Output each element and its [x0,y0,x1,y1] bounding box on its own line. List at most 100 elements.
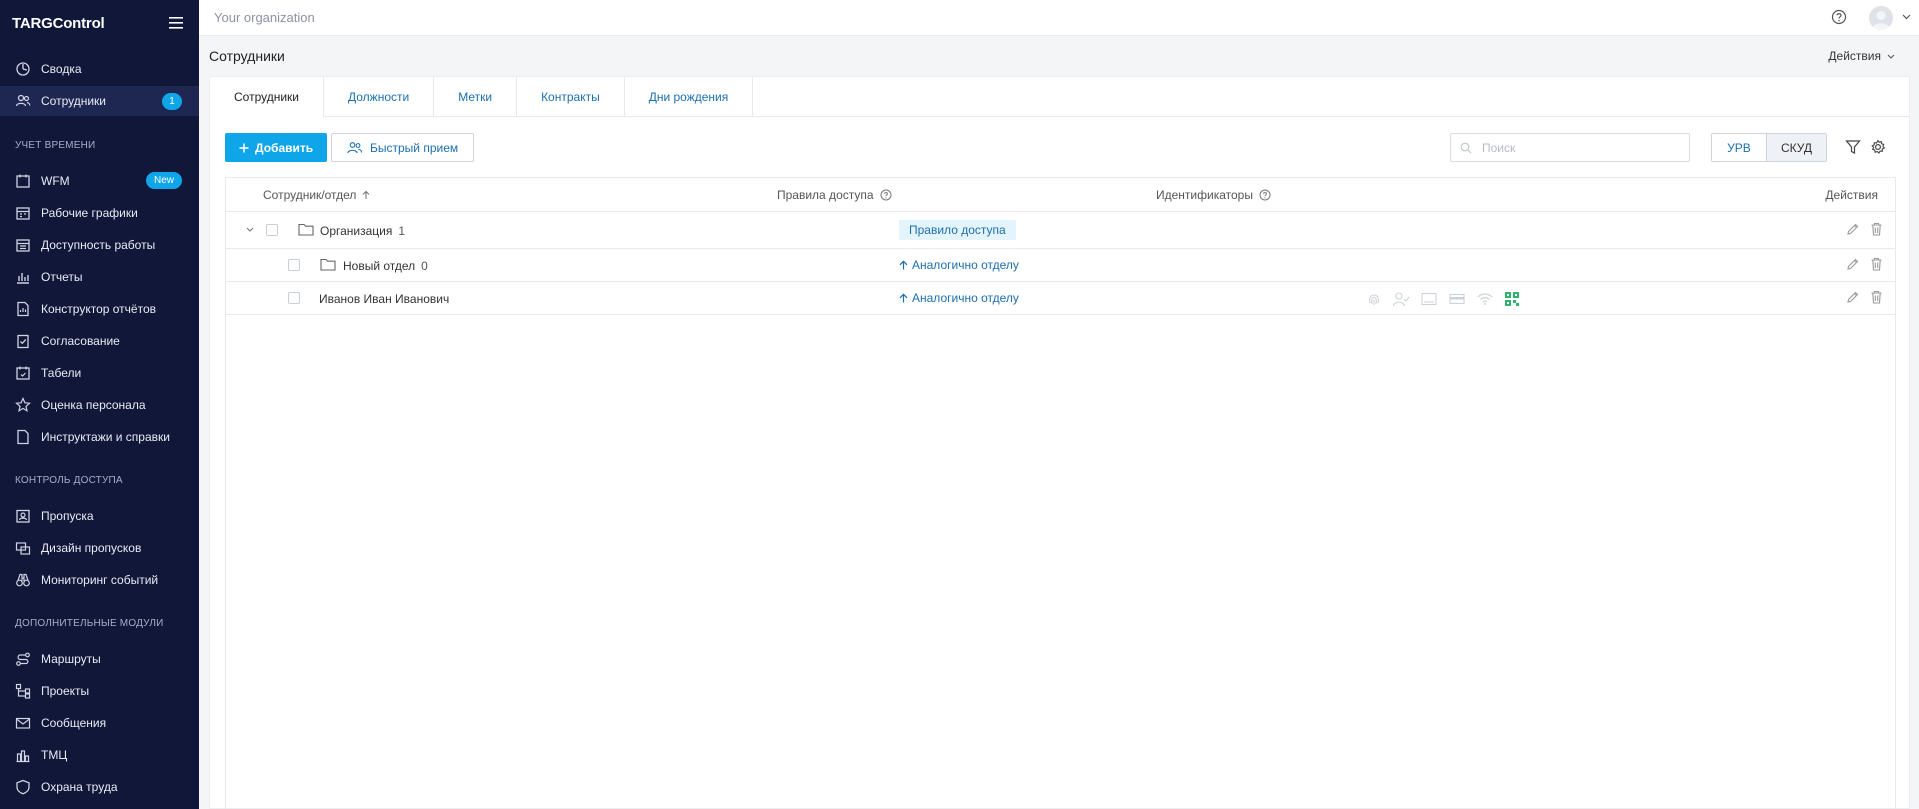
sidebar-item-label: Пропуска [41,509,94,523]
top-bar: Your organization [199,0,1919,36]
column-employee[interactable]: Сотрудник/отдел [263,188,370,202]
delete-icon[interactable] [1870,257,1883,271]
qr-code-icon[interactable] [1504,291,1520,307]
projects-icon [15,683,31,699]
mode-skud-button[interactable]: СКУД [1766,134,1826,161]
app-logo: TARGControl [12,14,105,32]
sidebar-item-approval[interactable]: Согласование [0,326,199,356]
department-name: Новый отдел 0 [343,259,428,273]
hamburger-menu-icon[interactable] [169,17,183,29]
mode-urv-button[interactable]: УРВ [1712,134,1766,161]
help-icon[interactable] [1831,9,1847,25]
schedule-icon [16,207,30,220]
tab-positions[interactable]: Должности [324,77,435,117]
section-title-access: КОНТРОЛЬ ДОСТУПА [15,475,123,486]
sidebar-item-briefings[interactable]: Инструктажи и справки [0,422,199,452]
access-rule-link[interactable]: Аналогично отделу [899,258,1019,272]
delete-icon[interactable] [1870,290,1883,304]
column-actions-label: Действия [1825,188,1878,202]
sidebar-item-label: Согласование [41,334,120,348]
arrow-up-icon [899,293,908,303]
actions-dropdown[interactable]: Действия [1828,49,1895,63]
org-name-text: Организация [320,224,393,238]
chevron-down-icon[interactable] [1902,14,1911,20]
mode-toggle: УРВ СКУД [1711,133,1827,162]
sidebar-item-routes[interactable]: Маршруты [0,644,199,674]
tab-employees[interactable]: Сотрудники [210,77,324,118]
user-avatar[interactable] [1869,6,1893,30]
edit-icon[interactable] [1846,290,1860,304]
sidebar-item-availability[interactable]: Доступность работы [0,230,199,260]
plus-icon [239,143,249,152]
shield-icon [16,779,30,795]
column-identifiers-label: Идентификаторы [1156,188,1253,202]
filter-icon[interactable] [1845,139,1861,155]
column-access-rules: Правила доступа [777,188,892,202]
info-icon[interactable] [1259,189,1271,201]
add-button[interactable]: Добавить [225,133,328,162]
sidebar-item-timesheets[interactable]: Табели [0,358,199,388]
sidebar-item-work-schedules[interactable]: Рабочие графики [0,198,199,228]
search-input[interactable] [1482,140,1682,155]
sidebar-item-label: Мониторинг событий [41,573,159,587]
sidebar-item-report-builder[interactable]: Конструктор отчётов [0,294,199,324]
face-id-icon[interactable] [1392,291,1410,307]
sidebar-item-projects[interactable]: Проекты [0,676,199,706]
info-icon[interactable] [880,189,892,201]
sidebar-item-summary[interactable]: Сводка [0,54,199,84]
chevron-down-icon[interactable] [246,227,254,232]
sidebar-item-label: Сводка [41,62,82,76]
table-row[interactable]: Организация 1 Правило доступа [226,212,1895,249]
section-title-modules: ДОПОЛНИТЕЛЬНЫЕ МОДУЛИ [15,618,164,629]
delete-icon[interactable] [1870,222,1883,236]
badge-icon [16,509,30,523]
column-access-label: Правила доступа [777,188,874,202]
search-box[interactable] [1450,133,1690,162]
sidebar-item-inventory[interactable]: ТМЦ [0,740,199,770]
sidebar-item-label: Табели [41,366,82,380]
quick-hire-button[interactable]: Быстрый прием [331,133,475,162]
access-rule-label: Аналогично отделу [912,258,1019,272]
table-row[interactable]: Новый отдел 0 Аналогично отделу [226,249,1895,282]
gear-icon[interactable] [1870,139,1886,155]
table-row[interactable]: Иванов Иван Иванович Аналогично отделу [226,282,1895,315]
sort-arrow-up-icon [363,190,370,199]
sidebar-item-employees[interactable]: Сотрудники 1 [0,86,199,116]
column-actions: Действия [1825,188,1878,202]
department-employee-count: 0 [421,259,428,273]
tab-bar: Сотрудники Должности Метки Контракты Дни… [210,77,1909,118]
sidebar-item-labor-safety[interactable]: Охрана труда [0,772,199,802]
access-rule-link[interactable]: Аналогично отделу [899,291,1019,305]
edit-icon[interactable] [1846,222,1860,236]
magnetic-card-icon[interactable] [1448,291,1466,307]
card-reader-icon[interactable] [1420,291,1438,307]
edit-icon[interactable] [1846,257,1860,271]
actions-label: Действия [1828,49,1881,63]
wifi-icon[interactable] [1476,291,1494,307]
row-checkbox[interactable] [288,292,300,304]
sidebar-item-wfm[interactable]: WFM New [0,166,199,196]
department-name-text: Новый отдел [343,259,416,273]
fingerprint-icon[interactable] [1366,291,1382,307]
access-rule-tag[interactable]: Правило доступа [899,220,1016,240]
row-checkbox[interactable] [288,259,300,271]
org-name: Организация 1 [320,224,405,238]
sidebar-item-label: ТМЦ [41,748,68,762]
tab-contracts[interactable]: Контракты [517,77,625,117]
sidebar-item-pass-design[interactable]: Дизайн пропусков [0,533,199,563]
sidebar-item-event-monitoring[interactable]: Мониторинг событий [0,565,199,595]
sidebar-item-label: Инструктажи и справки [41,430,170,444]
sidebar-item-reports[interactable]: Отчеты [0,262,199,292]
org-employee-count: 1 [398,224,406,238]
row-checkbox[interactable] [266,224,278,236]
timesheet-icon [16,366,30,380]
sidebar-item-passes[interactable]: Пропуска [0,501,199,531]
sidebar-item-staff-evaluation[interactable]: Оценка персонала [0,390,199,420]
tab-tags[interactable]: Метки [434,77,518,117]
bar-chart-icon [17,273,29,284]
dashboard-icon [16,62,30,76]
tab-birthdays[interactable]: Дни рождения [625,77,754,117]
identifier-icons [1366,291,1520,307]
organization-selector[interactable]: Your organization [214,10,315,25]
sidebar-item-messages[interactable]: Сообщения [0,708,199,738]
